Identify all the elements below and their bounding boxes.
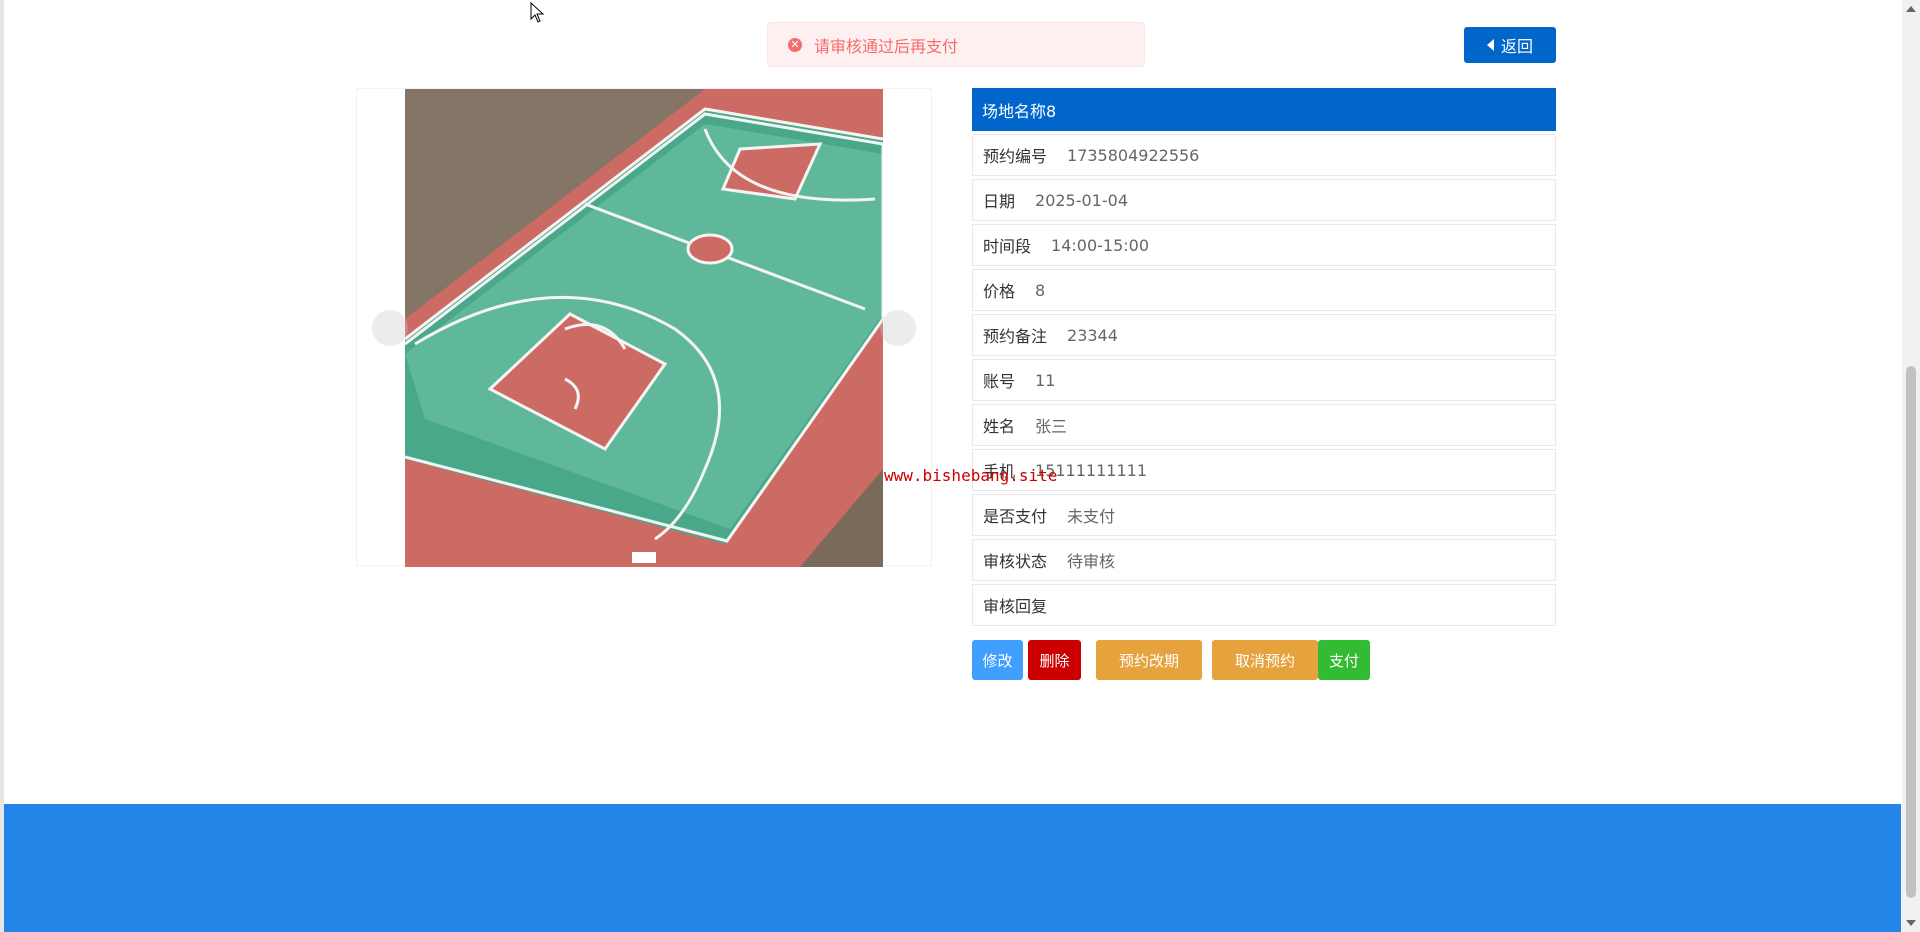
row-value: 14:00-15:00 <box>1051 235 1150 255</box>
detail-row-paid: 是否支付 未支付 <box>972 494 1556 536</box>
page: ✕ 请审核通过后再支付 返回 场地名称8 预约编号 1735804922556 … <box>0 0 1920 932</box>
row-value: 11 <box>1035 370 1056 390</box>
vertical-scrollbar[interactable] <box>1902 0 1920 932</box>
venue-image <box>405 89 883 567</box>
row-label: 账号 <box>983 372 1016 391</box>
row-label: 预约备注 <box>983 327 1048 346</box>
detail-row-price: 价格 8 <box>972 269 1556 311</box>
row-value: 2025-01-04 <box>1035 190 1128 210</box>
cancel-reservation-button[interactable]: 取消预约 <box>1212 640 1318 680</box>
scroll-down-icon[interactable] <box>1906 920 1916 926</box>
carousel-prev-button[interactable] <box>372 310 408 346</box>
detail-row-review-reply: 审核回复 <box>972 584 1556 626</box>
row-label: 时间段 <box>983 237 1032 256</box>
detail-row-review-status: 审核状态 待审核 <box>972 539 1556 581</box>
scroll-up-icon[interactable] <box>1906 6 1916 12</box>
basketball-court-image <box>405 89 883 567</box>
detail-row-date: 日期 2025-01-04 <box>972 179 1556 221</box>
watermark-text: www.bishebang.site <box>884 466 1058 485</box>
row-label: 预约编号 <box>983 147 1048 166</box>
reservation-detail-panel: 场地名称8 预约编号 1735804922556 日期 2025-01-04 时… <box>972 88 1556 626</box>
detail-row-remark: 预约备注 23344 <box>972 314 1556 356</box>
row-value: 8 <box>1035 280 1046 300</box>
venue-title: 场地名称8 <box>972 88 1556 131</box>
row-label: 价格 <box>983 282 1016 301</box>
back-button[interactable]: 返回 <box>1464 27 1556 63</box>
scrollbar-thumb[interactable] <box>1906 366 1916 898</box>
detail-row-name: 姓名 张三 <box>972 404 1556 446</box>
carousel-indicator[interactable] <box>632 552 656 563</box>
row-label: 日期 <box>983 192 1016 211</box>
caret-left-icon <box>1486 39 1494 51</box>
mouse-cursor-icon <box>530 2 545 23</box>
page-footer <box>4 804 1901 932</box>
image-carousel <box>356 88 932 567</box>
detail-row-phone: 手机 15111111111 <box>972 449 1556 491</box>
detail-row-time-slot: 时间段 14:00-15:00 <box>972 224 1556 266</box>
row-label: 审核状态 <box>983 552 1048 571</box>
row-value: 23344 <box>1067 325 1118 345</box>
carousel-next-button[interactable] <box>880 310 916 346</box>
pay-button[interactable]: 支付 <box>1318 640 1370 680</box>
detail-row-reservation-number: 预约编号 1735804922556 <box>972 134 1556 176</box>
row-value: 张三 <box>1035 417 1068 436</box>
row-value: 1735804922556 <box>1067 145 1200 165</box>
row-label: 是否支付 <box>983 507 1048 526</box>
toast-message: 请审核通过后再支付 <box>814 36 959 56</box>
back-button-label: 返回 <box>1500 37 1533 56</box>
row-value: 未支付 <box>1067 507 1116 526</box>
edit-button[interactable]: 修改 <box>972 640 1023 680</box>
row-label: 姓名 <box>983 417 1016 436</box>
delete-button[interactable]: 删除 <box>1028 640 1081 680</box>
error-toast: ✕ 请审核通过后再支付 <box>767 22 1145 67</box>
reschedule-button[interactable]: 预约改期 <box>1096 640 1202 680</box>
close-circle-icon: ✕ <box>788 37 802 52</box>
detail-row-account: 账号 11 <box>972 359 1556 401</box>
row-value: 待审核 <box>1067 552 1116 571</box>
row-label: 审核回复 <box>983 597 1048 616</box>
